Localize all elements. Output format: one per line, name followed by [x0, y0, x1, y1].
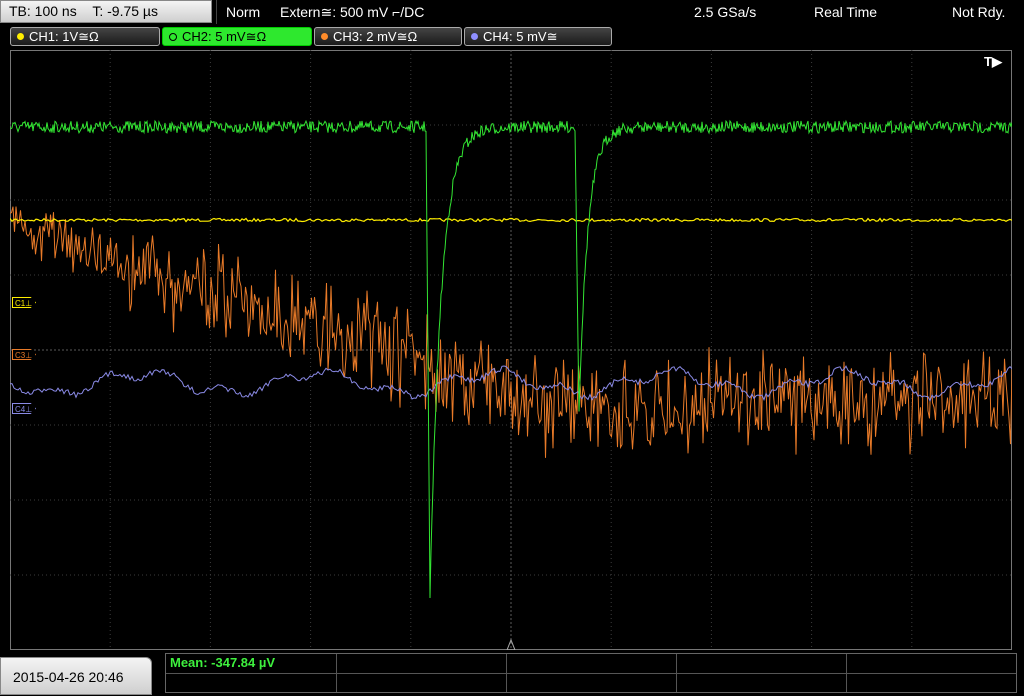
- measurement-cell-divider: [336, 654, 337, 692]
- trigger-time-value: T: -9.75 µs: [92, 3, 158, 19]
- measurement-cell-divider: [676, 654, 677, 692]
- measurement-row-divider: [166, 673, 1016, 674]
- acquisition-state: Not Rdy.: [952, 4, 1006, 20]
- sample-rate: 2.5 GSa/s: [694, 4, 757, 20]
- waveform-plot: [10, 50, 1012, 650]
- mean-measurement: Mean: -347.84 µV: [170, 655, 276, 670]
- channel-2-dot-icon: [169, 32, 177, 41]
- status-bar: TB: 100 ns T: -9.75 µs Norm Extern≅: 500…: [0, 0, 1024, 24]
- measurement-cell-divider: [846, 654, 847, 692]
- graticule: [10, 50, 1012, 650]
- timebase-box[interactable]: TB: 100 ns T: -9.75 µs: [0, 0, 212, 23]
- trigger-mode[interactable]: Norm: [226, 0, 260, 24]
- channel-1-button[interactable]: CH1: 1V≅Ω: [10, 27, 160, 46]
- trigger-position-icon: [506, 638, 516, 650]
- channel-2-label: CH2: 5 mV≅Ω: [182, 29, 267, 44]
- measurement-panel[interactable]: Mean: -347.84 µV: [165, 653, 1017, 693]
- channel-4-label: CH4: 5 mV≅: [483, 29, 558, 44]
- channel-4-dot-icon: [471, 33, 478, 41]
- channel-bar: CH1: 1V≅Ω CH2: 5 mV≅Ω CH3: 2 mV≅Ω CH4: 5…: [0, 26, 1024, 48]
- trigger-source[interactable]: Extern≅: 500 mV ⌐/DC: [280, 0, 424, 24]
- channel-3-button[interactable]: CH3: 2 mV≅Ω: [314, 27, 462, 46]
- channel-2-button[interactable]: CH2: 5 mV≅Ω: [162, 27, 312, 46]
- datetime-box: 2015-04-26 20:46: [0, 657, 152, 695]
- timebase-value: TB: 100 ns: [9, 3, 77, 19]
- channel-1-label: CH1: 1V≅Ω: [29, 29, 99, 44]
- trigger-indicator: T▶: [984, 54, 1002, 69]
- acquisition-mode[interactable]: Real Time: [814, 0, 877, 24]
- channel-3-label: CH3: 2 mV≅Ω: [333, 29, 418, 44]
- status-divider: [216, 0, 217, 24]
- channel-4-button[interactable]: CH4: 5 mV≅: [464, 27, 612, 46]
- channel-3-dot-icon: [321, 33, 328, 41]
- channel-1-dot-icon: [17, 33, 24, 41]
- measurement-cell-divider: [506, 654, 507, 692]
- channel-3-trace: [10, 206, 1012, 458]
